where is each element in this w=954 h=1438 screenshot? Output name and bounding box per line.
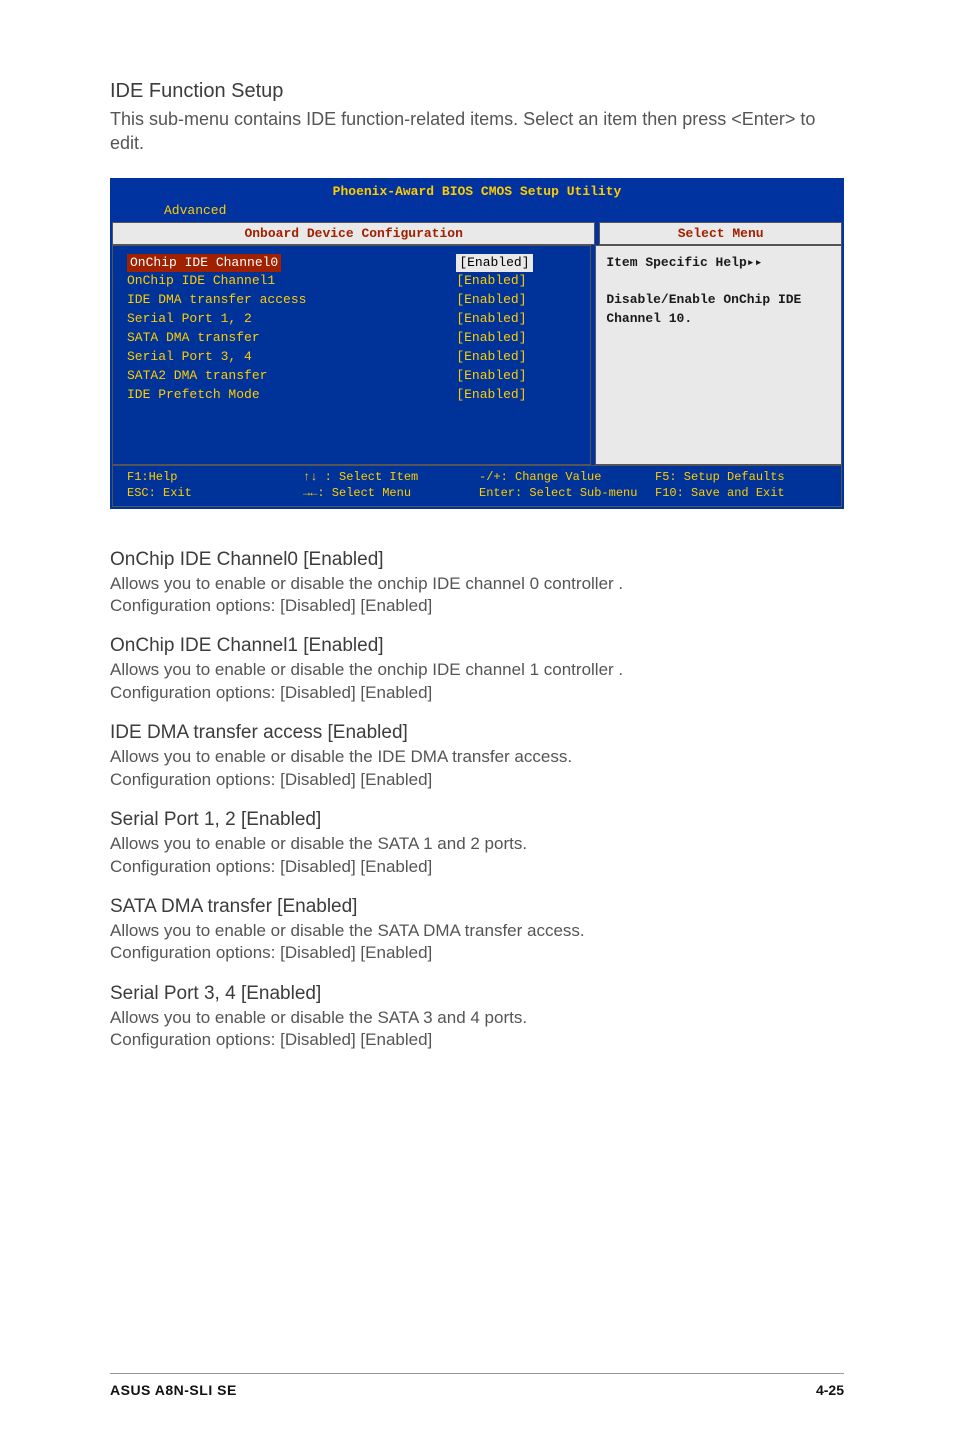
section-title: IDE Function Setup <box>110 80 844 103</box>
item-text: Allows you to enable or disable the SATA… <box>110 833 844 855</box>
item-heading: OnChip IDE Channel0 [Enabled] <box>110 549 844 571</box>
help-body: Channel 10. <box>606 310 831 329</box>
item-text: Configuration options: [Disabled] [Enabl… <box>110 942 844 964</box>
footer-page-number: 4-25 <box>816 1382 844 1398</box>
item-text: Configuration options: [Disabled] [Enabl… <box>110 595 844 617</box>
item-heading: Serial Port 1, 2 [Enabled] <box>110 809 844 831</box>
footer-key: F5: Setup Defaults <box>655 470 785 484</box>
setting-label: Serial Port 3, 4 <box>127 348 456 367</box>
setting-label: Serial Port 1, 2 <box>127 310 456 329</box>
panel-title-right: Select Menu <box>599 222 842 245</box>
setting-row[interactable]: IDE Prefetch Mode [Enabled] <box>127 386 576 405</box>
doc-item: Serial Port 1, 2 [Enabled] Allows you to… <box>110 809 844 878</box>
item-text: Allows you to enable or disable the onch… <box>110 573 844 595</box>
setting-value: [Enabled] <box>456 272 576 291</box>
footer-key: →←: Select Menu <box>303 486 411 500</box>
setting-value: [Enabled] <box>456 348 576 367</box>
setting-value: [Enabled] <box>456 291 576 310</box>
doc-item: OnChip IDE Channel1 [Enabled] Allows you… <box>110 635 844 704</box>
footer-key: Enter: Select Sub-menu <box>479 486 637 500</box>
setting-value: [Enabled] <box>456 254 532 273</box>
item-heading: IDE DMA transfer access [Enabled] <box>110 722 844 744</box>
setting-label: OnChip IDE Channel0 <box>127 254 281 273</box>
setting-label: IDE Prefetch Mode <box>127 386 456 405</box>
bios-window: Phoenix-Award BIOS CMOS Setup Utility Ad… <box>110 178 844 509</box>
item-text: Allows you to enable or disable the onch… <box>110 659 844 681</box>
footer-key: ESC: Exit <box>127 486 192 500</box>
item-text: Allows you to enable or disable the SATA… <box>110 1007 844 1029</box>
tab-advanced[interactable]: Advanced <box>152 201 238 220</box>
item-text: Configuration options: [Disabled] [Enabl… <box>110 1029 844 1051</box>
bios-settings-panel: OnChip IDE Channel0 [Enabled] OnChip IDE… <box>112 245 591 466</box>
item-text: Allows you to enable or disable the SATA… <box>110 920 844 942</box>
item-heading: SATA DMA transfer [Enabled] <box>110 896 844 918</box>
setting-row[interactable]: SATA DMA transfer [Enabled] <box>127 329 576 348</box>
item-text: Configuration options: [Disabled] [Enabl… <box>110 769 844 791</box>
footer-key: -/+: Change Value <box>479 470 601 484</box>
doc-item: OnChip IDE Channel0 [Enabled] Allows you… <box>110 549 844 618</box>
setting-value: [Enabled] <box>456 367 576 386</box>
section-lead: This sub-menu contains IDE function-rela… <box>110 107 844 156</box>
bios-tab-row: Advanced <box>112 201 842 222</box>
item-heading: OnChip IDE Channel1 [Enabled] <box>110 635 844 657</box>
help-body: Disable/Enable OnChip IDE <box>606 291 831 310</box>
doc-item: SATA DMA transfer [Enabled] Allows you t… <box>110 896 844 965</box>
setting-label: IDE DMA transfer access <box>127 291 456 310</box>
bios-help-panel: Item Specific Help▸▸ Disable/Enable OnCh… <box>595 245 842 466</box>
footer-product: ASUS A8N-SLI SE <box>110 1382 237 1398</box>
setting-row[interactable]: SATA2 DMA transfer [Enabled] <box>127 367 576 386</box>
help-title: Item Specific Help▸▸ <box>606 254 831 273</box>
panel-title-left: Onboard Device Configuration <box>112 222 595 245</box>
setting-row[interactable]: Serial Port 3, 4 [Enabled] <box>127 348 576 367</box>
setting-label: SATA2 DMA transfer <box>127 367 456 386</box>
item-text: Allows you to enable or disable the IDE … <box>110 746 844 768</box>
setting-row[interactable]: OnChip IDE Channel1 [Enabled] <box>127 272 576 291</box>
doc-item: IDE DMA transfer access [Enabled] Allows… <box>110 722 844 791</box>
footer-key: F10: Save and Exit <box>655 486 785 500</box>
setting-value: [Enabled] <box>456 329 576 348</box>
setting-row[interactable]: OnChip IDE Channel0 [Enabled] <box>127 254 576 273</box>
bios-title: Phoenix-Award BIOS CMOS Setup Utility <box>112 180 842 201</box>
setting-label: OnChip IDE Channel1 <box>127 272 456 291</box>
footer-key: F1:Help <box>127 470 177 484</box>
item-text: Configuration options: [Disabled] [Enabl… <box>110 856 844 878</box>
item-text: Configuration options: [Disabled] [Enabl… <box>110 682 844 704</box>
doc-item: Serial Port 3, 4 [Enabled] Allows you to… <box>110 983 844 1052</box>
page-footer: ASUS A8N-SLI SE 4-25 <box>110 1373 844 1398</box>
setting-value: [Enabled] <box>456 386 576 405</box>
setting-value: [Enabled] <box>456 310 576 329</box>
footer-key: ↑↓ : Select Item <box>303 470 418 484</box>
setting-row[interactable]: Serial Port 1, 2 [Enabled] <box>127 310 576 329</box>
item-heading: Serial Port 3, 4 [Enabled] <box>110 983 844 1005</box>
setting-label: SATA DMA transfer <box>127 329 456 348</box>
bios-footer: F1:Help ESC: Exit ↑↓ : Select Item →←: S… <box>112 465 842 506</box>
setting-row[interactable]: IDE DMA transfer access [Enabled] <box>127 291 576 310</box>
